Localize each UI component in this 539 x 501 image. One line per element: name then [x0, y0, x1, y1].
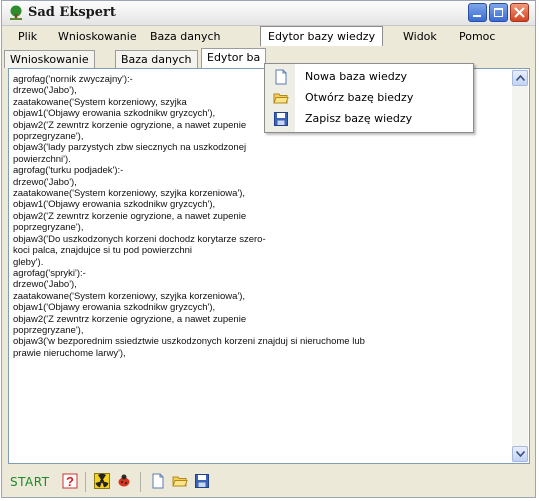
- editor-line: prawie nieruchome larwy'),: [13, 347, 126, 359]
- minimize-button[interactable]: [468, 3, 487, 22]
- editor-line: drzewo('Jabo'),: [13, 279, 77, 291]
- bug-icon[interactable]: [116, 473, 132, 489]
- close-button[interactable]: [510, 3, 529, 22]
- menu-pomoc[interactable]: Pomoc: [459, 29, 495, 45]
- app-tree-icon: [8, 5, 24, 21]
- editor-line: objaw3('lady parzystych zbw siecznych na…: [13, 142, 247, 154]
- editor-line: drzewo('Jabo'),: [13, 176, 77, 188]
- menu-item-zapisz-baze[interactable]: Zapisz bazę wiedzy: [265, 109, 473, 129]
- menu-bar: Plik Wnioskowanie Baza danych Edytor baz…: [2, 26, 535, 47]
- menu-wnioskowanie[interactable]: Wnioskowanie: [58, 29, 137, 45]
- save-disk-icon: [273, 111, 289, 127]
- editor-line: objaw2('Z zewntrz korzenie ogryzione, a …: [13, 313, 247, 325]
- menu-item-label: Otwórz bazę biedzy: [305, 91, 414, 104]
- menu-item-label: Nowa baza wiedzy: [305, 70, 408, 83]
- editor-line: zaatakowane('System korzeniowy, szyjka k…: [13, 188, 246, 200]
- window-title: Sad Ekspert: [28, 5, 116, 20]
- scroll-down-button[interactable]: [512, 446, 528, 462]
- bottom-toolbar: START ?: [2, 467, 535, 497]
- tab-wnioskowanie[interactable]: Wnioskowanie: [4, 50, 95, 68]
- app-window: Sad Ekspert Plik Wnioskowanie Baza danyc…: [1, 0, 536, 498]
- vertical-scrollbar[interactable]: [512, 70, 528, 462]
- maximize-button[interactable]: [489, 3, 508, 22]
- toolbar-separator: [140, 472, 141, 492]
- menu-plik[interactable]: Plik: [18, 29, 37, 45]
- radiation-icon[interactable]: [94, 473, 110, 489]
- editor-line: agrofag('spryki'):-: [13, 267, 86, 279]
- editor-line: zaatakowane('System korzeniowy, szyjka k…: [13, 290, 246, 302]
- editor-line: agrofag('turku podjadek'):-: [13, 165, 124, 177]
- menu-baza-danych[interactable]: Baza danych: [150, 29, 221, 45]
- start-label[interactable]: START: [10, 475, 50, 489]
- editor-line: poprzegryzane'),: [13, 324, 84, 336]
- editor-line: objaw3('Do uszkodzonych korzeni dochodz …: [13, 233, 266, 245]
- scroll-up-button[interactable]: [512, 70, 528, 86]
- menu-item-label: Zapisz bazę wiedzy: [305, 112, 413, 125]
- open-folder-icon[interactable]: [172, 473, 188, 489]
- menu-widok[interactable]: Widok: [403, 29, 437, 45]
- title-bar[interactable]: Sad Ekspert: [2, 1, 535, 26]
- editor-line: objaw1('Objawy erowania szkodnikw gryzcy…: [13, 302, 216, 314]
- menu-edytor-bazy-wiedzy[interactable]: Edytor bazy wiedzy: [260, 26, 384, 46]
- menu-item-nowa-baza[interactable]: Nowa baza wiedzy: [265, 67, 473, 87]
- tab-edytor-bazy[interactable]: Edytor ba: [201, 48, 267, 68]
- editor-line: gleby').: [13, 256, 44, 268]
- editor-line: objaw2('Z zewntrz korzenie ogryzione, a …: [13, 210, 247, 222]
- editor-line: objaw3('w bezporednim ssiedztwie uszkodz…: [13, 336, 365, 348]
- svg-text:?: ?: [66, 474, 74, 489]
- new-file-icon: [273, 69, 289, 85]
- tab-baza-danych[interactable]: Baza danych: [115, 50, 198, 68]
- edytor-dropdown-menu: Nowa baza wiedzy Otwórz bazę biedzy Zapi…: [264, 63, 474, 133]
- help-icon[interactable]: ?: [62, 473, 78, 489]
- menu-item-otworz-baze[interactable]: Otwórz bazę biedzy: [265, 88, 473, 108]
- editor-line: poprzegryzane'),: [13, 222, 84, 234]
- new-file-icon[interactable]: [150, 473, 166, 489]
- editor-line: objaw1('Objawy erowania szkodnikw gryzcy…: [13, 199, 216, 211]
- editor-line: powierzchni').: [13, 153, 71, 165]
- editor-line: koci palca, znajdujce si tu pod powierzc…: [13, 245, 193, 257]
- save-disk-icon[interactable]: [194, 473, 210, 489]
- open-folder-icon: [273, 90, 289, 106]
- toolbar-separator: [85, 472, 86, 492]
